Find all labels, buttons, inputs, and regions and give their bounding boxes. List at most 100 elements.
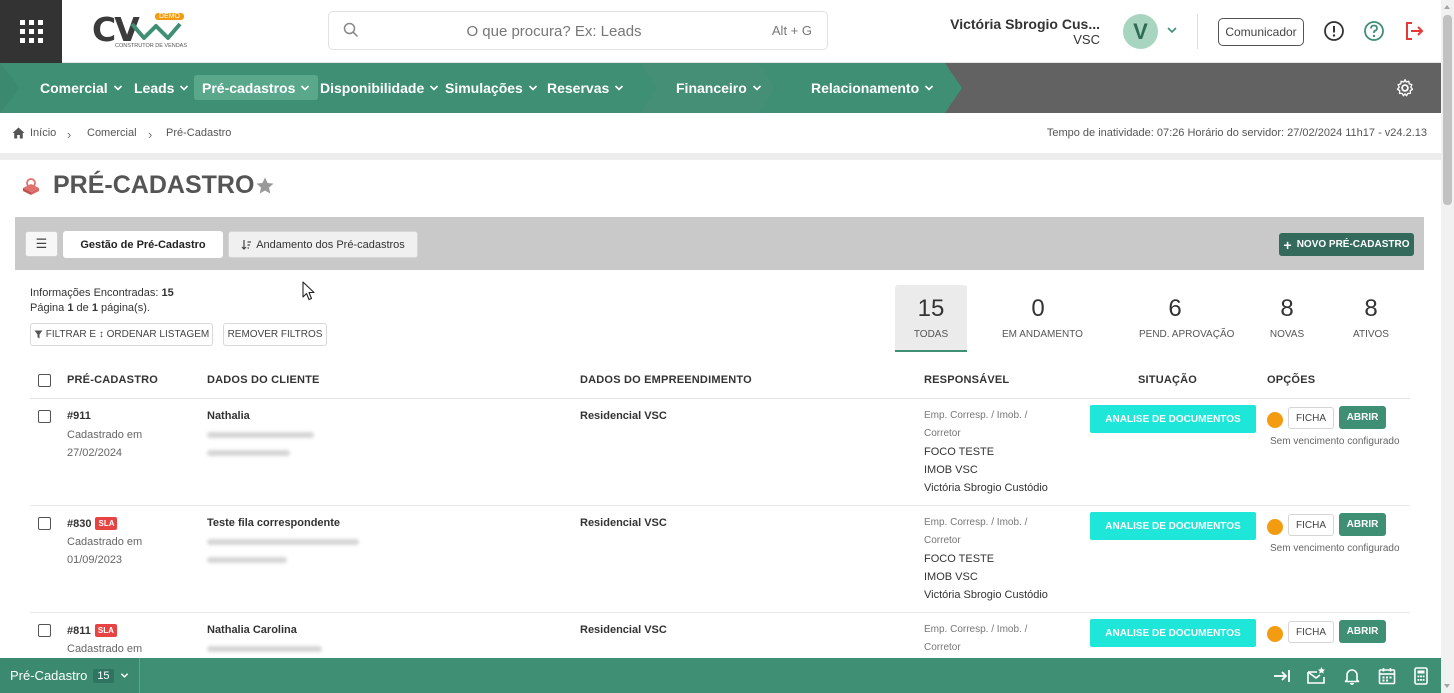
chevron-down-icon[interactable] bbox=[1166, 24, 1178, 36]
info-icon[interactable] bbox=[1323, 20, 1345, 42]
responsible-broker: Victória Sbrogio Custódio bbox=[924, 482, 1048, 494]
nav-item-relacionamento[interactable]: Relacionamento bbox=[803, 75, 942, 100]
row-registered-label: Cadastrado em bbox=[67, 429, 143, 441]
server-info: Tempo de inatividade: 07:26 Horário do s… bbox=[1046, 127, 1427, 139]
logo[interactable]: CV DEMO CONSTRUTOR DE VENDAS bbox=[92, 10, 187, 54]
apps-menu-button[interactable] bbox=[0, 0, 62, 63]
filter-icon bbox=[34, 330, 43, 339]
row-checkbox[interactable] bbox=[38, 624, 51, 637]
help-icon[interactable] bbox=[1363, 20, 1385, 42]
row-date: 01/09/2023 bbox=[67, 554, 123, 566]
column-header-responsavel: RESPONSÁVEL bbox=[924, 374, 1010, 386]
enterprise-name: Residencial VSC bbox=[580, 517, 667, 529]
scroll-down-arrow[interactable] bbox=[1444, 684, 1450, 688]
status-badge[interactable]: ANALISE DE DOCUMENTOS bbox=[1090, 405, 1256, 433]
pagination-info: Página 1 de 1 página(s). bbox=[30, 302, 150, 314]
warning-dot-icon bbox=[1267, 626, 1283, 642]
responsible-role: Emp. Corresp. / Imob. / bbox=[924, 517, 1028, 528]
calculator-icon[interactable] bbox=[1411, 666, 1431, 686]
nav-item-pre-cadastros[interactable]: Pré-cadastros bbox=[194, 75, 319, 100]
new-pre-cadastro-button[interactable]: + NOVO PRÉ-CADASTRO bbox=[1279, 233, 1414, 256]
tab-gestao[interactable]: Gestão de Pré-Cadastro bbox=[63, 231, 223, 258]
calendar-icon[interactable] bbox=[1377, 666, 1397, 686]
abrir-button[interactable]: ABRIR bbox=[1339, 620, 1386, 643]
select-all-checkbox[interactable] bbox=[38, 374, 51, 387]
mail-star-icon[interactable] bbox=[1306, 666, 1326, 686]
main-navigation: Comercial Leads Pré-cadastros Disponibil… bbox=[0, 63, 1441, 113]
breadcrumb-current: Pré-Cadastro bbox=[166, 127, 232, 139]
logout-icon[interactable] bbox=[1403, 20, 1425, 42]
ficha-button[interactable]: FICHA bbox=[1288, 514, 1334, 536]
enterprise-name: Residencial VSC bbox=[580, 410, 667, 422]
due-info: Sem vencimento configurado bbox=[1270, 543, 1400, 554]
chevron-right-icon: › bbox=[148, 127, 153, 142]
stat-novas[interactable]: 8 NOVAS bbox=[1251, 285, 1323, 352]
bottom-bar: Pré-Cadastro 15 bbox=[0, 658, 1441, 693]
gear-icon[interactable] bbox=[1395, 78, 1415, 98]
abrir-button[interactable]: ABRIR bbox=[1339, 406, 1386, 429]
sort-icon bbox=[241, 240, 252, 250]
nav-item-disponibilidade[interactable]: Disponibilidade bbox=[312, 75, 447, 100]
chevron-down-icon bbox=[120, 673, 128, 678]
responsible-broker: Victória Sbrogio Custódio bbox=[924, 589, 1048, 601]
responsible-correspondent: FOCO TESTE bbox=[924, 446, 995, 458]
stat-pend-aprovacao[interactable]: 6 PEND. APROVAÇÃO bbox=[1139, 285, 1234, 352]
communicator-button[interactable]: Comunicador bbox=[1218, 18, 1304, 46]
favorite-star-icon[interactable] bbox=[255, 176, 275, 196]
table-row: #911 Cadastrado em 27/02/2024 Nathalia R… bbox=[30, 399, 1410, 506]
warning-dot-icon bbox=[1267, 519, 1283, 535]
results-count: Informações Encontradas: 15 bbox=[30, 287, 174, 299]
nav-item-financeiro[interactable]: Financeiro bbox=[668, 75, 770, 100]
client-name: Nathalia Carolina bbox=[207, 624, 297, 636]
column-header-pre-cadastro: PRÉ-CADASTRO bbox=[67, 374, 159, 386]
row-id[interactable]: #911 bbox=[67, 410, 91, 422]
module-switcher[interactable]: Pré-Cadastro 15 bbox=[0, 658, 140, 693]
collapse-right-icon[interactable] bbox=[1272, 666, 1292, 686]
row-registered-label: Cadastrado em bbox=[67, 643, 143, 655]
global-search[interactable]: Alt + G bbox=[328, 11, 828, 50]
responsible-agency: IMOB VSC bbox=[924, 571, 978, 583]
status-badge[interactable]: ANALISE DE DOCUMENTOS bbox=[1090, 619, 1256, 647]
row-date: 27/02/2024 bbox=[67, 447, 123, 459]
scroll-up-arrow[interactable] bbox=[1444, 5, 1450, 9]
row-id[interactable]: #811 SLA bbox=[67, 624, 117, 637]
search-input[interactable] bbox=[369, 20, 739, 42]
nav-item-simulacoes[interactable]: Simulações bbox=[437, 75, 546, 100]
filter-sort-button[interactable]: FILTRAR E ↕ ORDENAR LISTAGEM bbox=[30, 323, 213, 346]
logo-mark-icon bbox=[130, 22, 182, 40]
status-badge[interactable]: ANALISE DE DOCUMENTOS bbox=[1090, 512, 1256, 540]
chevron-down-icon bbox=[752, 84, 761, 91]
scroll-thumb[interactable] bbox=[1443, 15, 1452, 205]
ficha-button[interactable]: FICHA bbox=[1288, 621, 1334, 643]
redacted-email bbox=[207, 432, 314, 438]
row-id[interactable]: #830 SLA bbox=[67, 517, 118, 530]
ficha-button[interactable]: FICHA bbox=[1288, 407, 1334, 429]
mouse-cursor-icon bbox=[302, 281, 315, 301]
stat-todas[interactable]: 15 TODAS bbox=[895, 285, 967, 352]
abrir-button[interactable]: ABRIR bbox=[1339, 513, 1386, 536]
header-divider bbox=[1197, 14, 1198, 49]
tab-andamento[interactable]: Andamento dos Pré-cadastros bbox=[228, 231, 418, 258]
page-scrollbar[interactable] bbox=[1441, 0, 1454, 693]
main-content: PRÉ-CADASTRO ☰ Gestão de Pré-Cadastro An… bbox=[0, 160, 1441, 660]
logo-demo-badge: DEMO bbox=[155, 13, 184, 20]
avatar[interactable]: V bbox=[1123, 14, 1158, 49]
breadcrumb-comercial[interactable]: Comercial bbox=[87, 127, 137, 139]
stat-ativos[interactable]: 8 ATIVOS bbox=[1335, 285, 1407, 352]
bell-icon[interactable] bbox=[1342, 666, 1362, 686]
row-checkbox[interactable] bbox=[38, 517, 51, 530]
sla-badge: SLA bbox=[94, 624, 117, 637]
column-header-empreendimento: DADOS DO EMPREENDIMENTO bbox=[580, 374, 752, 386]
row-checkbox[interactable] bbox=[38, 410, 51, 423]
remove-filters-button[interactable]: REMOVER FILTROS bbox=[223, 323, 327, 346]
stat-em-andamento[interactable]: 0 EM ANDAMENTO bbox=[1002, 285, 1083, 352]
user-name[interactable]: Victória Sbrogio Cus... bbox=[950, 16, 1100, 32]
hamburger-menu-button[interactable]: ☰ bbox=[25, 231, 58, 257]
client-name: Nathalia bbox=[207, 410, 250, 422]
nav-item-comercial[interactable]: Comercial bbox=[32, 75, 131, 100]
nav-item-reservas[interactable]: Reservas bbox=[539, 75, 632, 100]
nav-item-leads[interactable]: Leads bbox=[126, 75, 197, 100]
search-shortcut-hint: Alt + G bbox=[771, 23, 812, 38]
table-row: #830 SLA Cadastrado em 01/09/2023 Teste f… bbox=[30, 506, 1410, 613]
breadcrumb-home[interactable]: Início bbox=[12, 127, 56, 139]
